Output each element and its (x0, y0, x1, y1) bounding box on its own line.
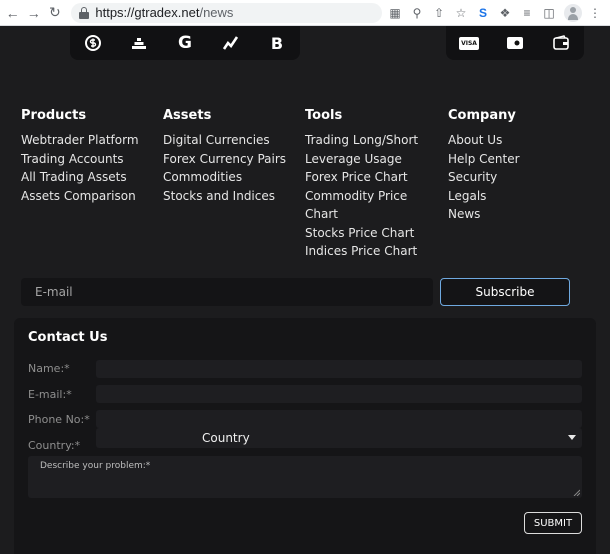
feature-icon-bar: G B (70, 26, 300, 60)
link-assets-comparison[interactable]: Assets Comparison (21, 187, 161, 206)
contact-form: Contact Us Name:* E-mail:* Phone No:* Co… (14, 318, 596, 554)
extension-s-icon[interactable]: S (474, 4, 492, 22)
subscribe-email-input[interactable] (21, 278, 433, 306)
link-commodity-price[interactable]: Commodity Price (305, 187, 445, 206)
forward-arrow-icon[interactable]: → (25, 3, 42, 23)
link-indices-price-chart[interactable]: Indices Price Chart (305, 242, 445, 261)
subscribe-button[interactable]: Subscribe (440, 278, 570, 306)
link-trading-long-short[interactable]: Trading Long/Short (305, 131, 445, 150)
company-heading: Company (448, 108, 516, 123)
lock-icon (79, 6, 90, 19)
products-column: Products Webtrader Platform Trading Acco… (21, 108, 161, 205)
email-field[interactable] (96, 385, 582, 403)
link-digital-currencies[interactable]: Digital Currencies (163, 131, 303, 150)
translate-icon[interactable]: ▦ (386, 4, 404, 22)
link-commodities[interactable]: Commodities (163, 168, 303, 187)
link-about-us[interactable]: About Us (448, 131, 588, 150)
letter-g-icon[interactable]: G (174, 32, 196, 54)
extensions-puzzle-icon[interactable]: ❖ (496, 4, 514, 22)
link-forex-currency-pairs[interactable]: Forex Currency Pairs (163, 150, 303, 169)
link-all-trading-assets[interactable]: All Trading Assets (21, 168, 161, 187)
name-label: Name:* (28, 362, 70, 375)
link-help-center[interactable]: Help Center (448, 150, 588, 169)
country-label: Country:* (28, 439, 81, 452)
contact-heading: Contact Us (28, 330, 108, 345)
link-commodity-price-chart[interactable]: Chart (305, 205, 445, 224)
link-stocks-price-chart[interactable]: Stocks Price Chart (305, 224, 445, 243)
bookmark-star-icon[interactable]: ☆ (452, 4, 470, 22)
letter-g-glyph: G (178, 33, 192, 53)
share-icon[interactable]: ⇧ (430, 4, 448, 22)
stock-chart-icon[interactable] (220, 32, 242, 54)
payment-icon-bar: VISA (446, 26, 584, 60)
company-column: Company About Us Help Center Security Le… (448, 108, 588, 224)
visa-text: VISA (461, 39, 477, 47)
profile-avatar-icon[interactable] (564, 3, 582, 22)
card-icon (504, 32, 526, 54)
reload-icon[interactable]: ↻ (46, 3, 63, 23)
menu-dots-icon[interactable]: ⋮ (586, 4, 604, 22)
link-forex-price-chart[interactable]: Forex Price Chart (305, 168, 445, 187)
reading-list-icon[interactable]: ≡ (518, 4, 536, 22)
phone-field[interactable] (96, 410, 582, 428)
problem-label: Describe your problem:* (40, 461, 151, 471)
email-label: E-mail:* (28, 388, 72, 401)
link-stocks-and-indices[interactable]: Stocks and Indices (163, 187, 303, 206)
zoom-icon[interactable]: ⚲ (408, 4, 426, 22)
resize-handle-icon[interactable] (572, 488, 580, 496)
subscribe-row: Subscribe (21, 278, 595, 306)
submit-button[interactable]: SUBMIT (524, 512, 582, 534)
assets-column: Assets Digital Currencies Forex Currency… (163, 108, 303, 205)
side-panel-icon[interactable]: ◫ (540, 4, 558, 22)
tools-heading: Tools (305, 108, 343, 123)
country-selected-value: Country (202, 431, 250, 445)
link-webtrader-platform[interactable]: Webtrader Platform (21, 131, 161, 150)
page-content: G B VISA Products Webtrader Platform Tra… (0, 26, 610, 554)
assets-heading: Assets (163, 108, 212, 123)
phone-label: Phone No:* (28, 413, 90, 426)
tools-column: Tools Trading Long/Short Leverage Usage … (305, 108, 445, 261)
browser-toolbar: ← → ↻ https://gtradex.net/news ▦ ⚲ ⇧ ☆ S… (0, 0, 610, 26)
link-trading-accounts[interactable]: Trading Accounts (21, 150, 161, 169)
address-bar[interactable]: https://gtradex.net/news (71, 2, 382, 23)
link-legals[interactable]: Legals (448, 187, 588, 206)
dollar-coin-icon[interactable] (82, 32, 104, 54)
problem-textarea[interactable]: Describe your problem:* (28, 456, 582, 498)
visa-card-icon: VISA (458, 32, 480, 54)
url-path: /news (199, 5, 234, 20)
bitcoin-icon[interactable]: B (266, 32, 288, 54)
link-news[interactable]: News (448, 205, 588, 224)
stacked-bars-icon[interactable] (128, 32, 150, 54)
url-host: https://gtradex.net (95, 5, 200, 20)
products-heading: Products (21, 108, 87, 123)
link-security[interactable]: Security (448, 168, 588, 187)
bitcoin-glyph: B (270, 33, 284, 53)
link-leverage-usage[interactable]: Leverage Usage (305, 150, 445, 169)
back-arrow-icon[interactable]: ← (4, 3, 21, 23)
name-field[interactable] (96, 360, 582, 378)
wallet-icon (550, 32, 572, 54)
country-select[interactable]: Country (96, 428, 582, 448)
chevron-down-icon (568, 435, 576, 440)
